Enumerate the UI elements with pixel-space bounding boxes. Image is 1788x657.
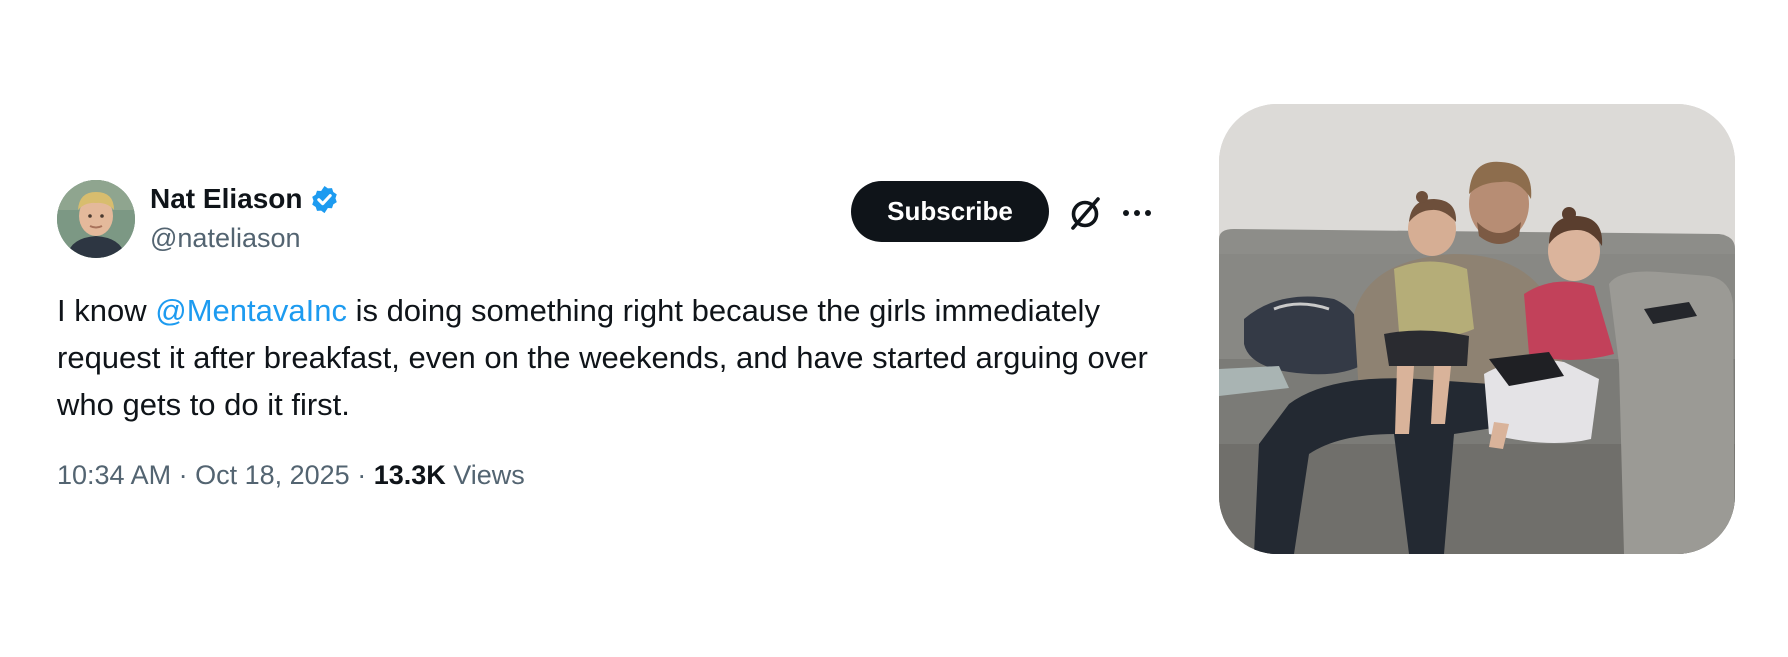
author-handle[interactable]: @nateliason <box>150 221 301 255</box>
meta-separator: · <box>349 460 374 490</box>
subscribe-button[interactable]: Subscribe <box>851 181 1049 242</box>
views-count: 13.3K <box>373 460 446 490</box>
verified-badge-icon <box>312 185 338 213</box>
tweet-time[interactable]: 10:34 AM <box>57 460 171 490</box>
tweet-date[interactable]: Oct 18, 2025 <box>195 460 350 490</box>
tweet-text-before: I know <box>57 293 156 328</box>
views-label: Views <box>453 460 525 490</box>
author-name-text: Nat Eliason <box>150 183 303 214</box>
more-options-icon[interactable] <box>1120 197 1154 229</box>
mention-link[interactable]: @MentavaInc <box>155 293 347 328</box>
tweet-text: I know @MentavaInc is doing something ri… <box>57 287 1177 428</box>
tweet-photo[interactable] <box>1219 104 1735 554</box>
photo-illustration <box>1219 104 1735 554</box>
user-avatar-icon <box>57 180 135 258</box>
grok-icon[interactable] <box>1065 193 1105 233</box>
author-name[interactable]: Nat Eliason <box>150 181 340 217</box>
meta-separator: · <box>171 460 196 490</box>
tweet-meta: 10:34 AM · Oct 18, 2025 · 13.3K Views <box>57 457 525 493</box>
avatar[interactable] <box>57 180 135 258</box>
